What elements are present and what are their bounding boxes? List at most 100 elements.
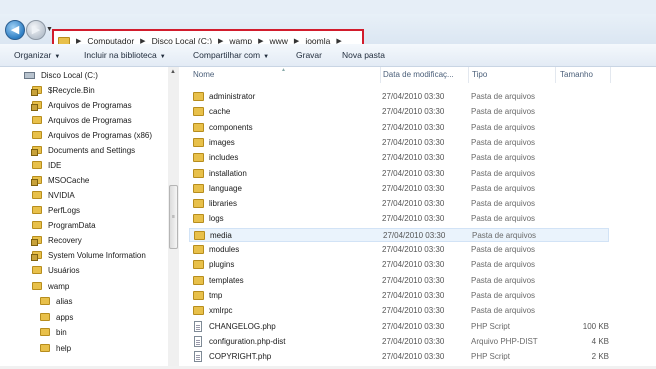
file-name: tmp	[209, 290, 223, 300]
file-row[interactable]: media 27/04/2010 03:30 Pasta de arquivos	[189, 227, 609, 242]
locked-folder-icon	[31, 251, 42, 261]
navigation-pane: Disco Local (C:) $Recycle.Bin Arquivos d…	[0, 67, 169, 369]
column-size[interactable]: Tamanho	[560, 70, 593, 79]
file-name: COPYRIGHT.php	[209, 352, 272, 362]
file-type: Pasta de arquivos	[471, 92, 536, 101]
nav-item-label: ProgramData	[48, 220, 96, 230]
file-row[interactable]: xmlrpc 27/04/2010 03:30 Pasta de arquivos	[189, 304, 609, 318]
organize-button[interactable]: Organizar ▼	[14, 50, 60, 60]
file-row[interactable]: templates 27/04/2010 03:30 Pasta de arquiv…	[189, 274, 609, 288]
file-size: 100 KB	[582, 321, 609, 331]
burn-label[interactable]: Gravar	[296, 50, 322, 60]
file-type: Pasta de arquivos	[471, 153, 536, 163]
file-type: PHP Script	[471, 321, 510, 331]
file-row[interactable]: language 27/04/2010 03:30 Pasta de arquivo…	[189, 182, 609, 196]
nav-item-help[interactable]: help	[40, 341, 71, 355]
nav-scrollbar[interactable]: ▲ ≡	[168, 67, 179, 369]
locked-folder-icon	[31, 176, 42, 186]
chevron-down-icon[interactable]: ▼	[54, 54, 60, 60]
organize-label[interactable]: Organizar	[14, 50, 51, 60]
nav-item-msocache[interactable]: MSOCache	[31, 173, 89, 187]
nav-item-perflogs[interactable]: PerfLogs	[32, 203, 80, 217]
command-bar: Organizar ▼ Incluir na biblioteca ▼ Compar…	[0, 44, 656, 67]
nav-item-programs-x86[interactable]: Arquivos de Programas (x86)	[32, 128, 152, 142]
file-name: libraries	[209, 199, 238, 209]
file-name: CHANGELOG.php	[209, 321, 276, 331]
file-row[interactable]: logs 27/04/2010 03:30 Pasta de arquivos	[189, 212, 609, 226]
column-divider[interactable]	[380, 67, 381, 83]
nav-item-programs[interactable]: Arquivos de Programas	[31, 98, 132, 112]
nav-item-bin[interactable]: bin	[40, 325, 67, 339]
nav-item-documents[interactable]: Documents and Settings	[31, 143, 135, 157]
burn-button[interactable]: Gravar	[296, 50, 322, 60]
folder-icon	[193, 260, 204, 270]
nav-item-label: apps	[56, 312, 74, 322]
file-row[interactable]: administrator 27/04/2010 03:30 Pasta de ar…	[189, 90, 609, 104]
new-folder-button[interactable]: Nova pasta	[342, 50, 385, 60]
file-date: 27/04/2010 03:30	[382, 352, 445, 362]
forward-button[interactable]: ▶	[26, 20, 46, 40]
file-row[interactable]: components 27/04/2010 03:30 Pasta de arqui…	[189, 121, 609, 135]
scroll-up-icon[interactable]: ▲	[170, 69, 176, 75]
folder-icon	[193, 153, 204, 163]
file-type: Pasta de arquivos	[471, 260, 536, 270]
share-with-label[interactable]: Compartilhar com	[193, 50, 260, 60]
column-divider[interactable]	[555, 67, 556, 83]
nav-item-system-volume[interactable]: System Volume Information	[31, 248, 146, 262]
scrollbar-thumb[interactable]: ≡	[169, 185, 178, 249]
file-row[interactable]: images 27/04/2010 03:30 Pasta de arquivos	[189, 136, 609, 150]
file-row[interactable]: includes 27/04/2010 03:30 Pasta de arquivo…	[189, 151, 609, 165]
share-with-button[interactable]: Compartilhar com ▼	[193, 50, 269, 60]
nav-item-recovery[interactable]: Recovery	[31, 233, 82, 247]
column-divider[interactable]	[610, 67, 611, 83]
column-date[interactable]: Data de modificaç...	[383, 70, 454, 79]
folder-icon	[193, 245, 204, 254]
column-divider[interactable]	[468, 67, 469, 83]
nav-item-users[interactable]: Usuários	[32, 263, 80, 277]
file-row[interactable]: configuration.php-dist 27/04/2010 03:30 Ar…	[189, 335, 609, 349]
locked-folder-icon	[31, 236, 42, 246]
document-icon	[194, 335, 202, 347]
file-row[interactable]: libraries 27/04/2010 03:30 Pasta de arquiv…	[189, 197, 609, 211]
nav-item-alias[interactable]: alias	[40, 294, 72, 308]
nav-item-apps[interactable]: apps	[40, 310, 73, 324]
nav-item-label: Arquivos de Programas	[48, 115, 132, 125]
back-button[interactable]: ◀	[5, 20, 25, 40]
column-name[interactable]: Nome	[193, 70, 214, 79]
include-library-label[interactable]: Incluir na biblioteca	[84, 50, 157, 60]
file-name: includes	[209, 153, 239, 163]
file-row[interactable]: installation 27/04/2010 03:30 Pasta de arq…	[189, 167, 609, 181]
file-name: modules	[209, 245, 240, 254]
nav-item-ide[interactable]: IDE	[32, 158, 61, 172]
nav-item-wamp[interactable]: wamp	[32, 279, 69, 293]
folder-icon	[32, 161, 42, 169]
file-name: language	[209, 183, 242, 193]
folder-icon	[193, 306, 204, 316]
file-row[interactable]: cache 27/04/2010 03:30 Pasta de arquivos	[189, 105, 609, 119]
file-date: 27/04/2010 03:30	[382, 245, 445, 254]
folder-icon	[194, 230, 205, 240]
nav-item-programdata[interactable]: ProgramData	[32, 218, 96, 232]
file-date: 27/04/2010 03:30	[382, 290, 445, 300]
include-library-button[interactable]: Incluir na biblioteca ▼	[84, 50, 166, 60]
file-date: 27/04/2010 03:30	[382, 153, 445, 163]
nav-item-recycle[interactable]: $Recycle.Bin	[31, 83, 95, 97]
chevron-down-icon[interactable]: ▼	[263, 54, 269, 60]
file-row[interactable]: modules 27/04/2010 03:30 Pasta de arquivos	[189, 243, 609, 257]
column-type[interactable]: Tipo	[472, 70, 487, 79]
nav-item-drive[interactable]: Disco Local (C:)	[24, 68, 98, 82]
nav-item-label: wamp	[48, 281, 70, 291]
file-row[interactable]: plugins 27/04/2010 03:30 Pasta de arquivos	[189, 258, 609, 272]
new-folder-label[interactable]: Nova pasta	[342, 50, 385, 60]
file-row[interactable]: CHANGELOG.php 27/04/2010 03:30 PHP Script 1…	[189, 320, 609, 334]
hard-drive-icon	[24, 71, 35, 79]
nav-item-programs-2[interactable]: Arquivos de Programas	[32, 113, 132, 127]
nav-item-label: Usuários	[48, 265, 80, 275]
folder-icon	[32, 131, 42, 139]
file-row[interactable]: tmp 27/04/2010 03:30 Pasta de arquivos	[189, 289, 609, 303]
nav-item-nvidia[interactable]: NVIDIA	[32, 188, 75, 202]
file-row[interactable]: COPYRIGHT.php 27/04/2010 03:30 PHP Script 2…	[189, 350, 609, 364]
chevron-down-icon[interactable]: ▼	[160, 54, 166, 60]
file-type: PHP Script	[471, 352, 510, 362]
file-type: Pasta de arquivos	[471, 214, 536, 224]
